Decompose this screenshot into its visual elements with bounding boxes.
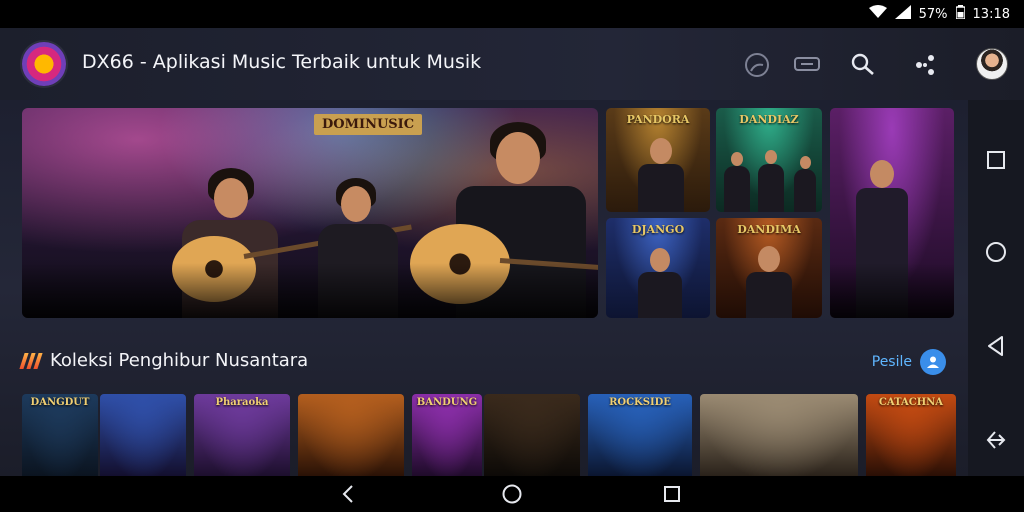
app-title: DX66 - Aplikasi Music Terbaik untuk Musi… — [82, 51, 482, 73]
cast-icon[interactable] — [742, 50, 772, 80]
album-card[interactable] — [100, 394, 186, 476]
see-more-label: Pesile — [871, 354, 912, 370]
album-card[interactable]: Pharaoka — [194, 394, 290, 476]
album-card[interactable]: BANDUNG — [412, 394, 482, 476]
hero-banner[interactable]: DOMINUSIC — [22, 108, 598, 318]
tile-title: PANDORA — [626, 113, 690, 126]
app-bar: DX66 - Aplikasi Music Terbaik untuk Musi… — [0, 28, 1024, 100]
back-triangle-icon[interactable] — [980, 330, 1012, 362]
featured-tile[interactable]: DJANGO — [606, 218, 710, 318]
person-icon — [920, 349, 946, 375]
clock: 13:18 — [972, 6, 1010, 22]
section-accent-icon — [19, 352, 43, 369]
battery-percent: 57% — [918, 6, 948, 22]
album-card[interactable]: CATACHNA — [866, 394, 956, 476]
see-more-button[interactable]: Pesile — [872, 349, 946, 375]
album-title: ROCKSIDE — [609, 397, 671, 408]
album-title: CATACHNA — [878, 397, 944, 408]
section-title: Koleksi Penghibur Nusantara — [50, 350, 309, 371]
album-card[interactable] — [484, 394, 580, 476]
featured-tile[interactable]: DANDIAZ — [716, 108, 822, 212]
main-content: DOMINUSIC PANDORA DANDIAZ DJANGO DANDIMA… — [0, 100, 968, 476]
album-title: Pharaoka — [215, 397, 269, 408]
section-header: Koleksi Penghibur Nusantara — [19, 350, 309, 371]
status-bar: 57% 13:18 — [0, 0, 1024, 28]
share-arrow-icon[interactable] — [980, 424, 1012, 456]
album-card[interactable]: DANGDUT — [22, 394, 98, 476]
tile-title: DANDIMA — [737, 223, 801, 236]
subtitles-icon[interactable] — [792, 50, 822, 80]
share-icon[interactable] — [910, 50, 940, 80]
square-icon[interactable] — [980, 144, 1012, 176]
avatar[interactable] — [976, 48, 1008, 80]
album-card[interactable]: ROCKSIDE — [588, 394, 692, 476]
album-title: BANDUNG — [416, 397, 478, 408]
wifi-icon — [868, 5, 887, 23]
crowd-silhouette — [22, 263, 598, 318]
album-title: DANGDUT — [30, 397, 90, 408]
featured-tile[interactable] — [830, 108, 954, 318]
crowd-silhouette — [830, 263, 954, 318]
circle-icon[interactable] — [980, 236, 1012, 268]
system-navigation-bar — [0, 476, 1024, 512]
featured-tile[interactable]: PANDORA — [606, 108, 710, 212]
recents-icon[interactable] — [660, 482, 684, 506]
battery-icon — [954, 5, 966, 23]
hero-badge: DOMINUSIC — [314, 114, 423, 135]
back-icon[interactable] — [336, 482, 360, 506]
tile-title: DJANGO — [631, 223, 685, 236]
featured-tile[interactable]: DANDIMA — [716, 218, 822, 318]
tile-title: DANDIAZ — [739, 113, 799, 126]
side-navigation — [968, 100, 1024, 476]
search-icon[interactable] — [848, 50, 878, 80]
album-card[interactable] — [700, 394, 858, 476]
app-logo[interactable] — [22, 42, 66, 86]
home-icon[interactable] — [500, 482, 524, 506]
album-card[interactable] — [298, 394, 404, 476]
signal-icon — [894, 5, 911, 23]
